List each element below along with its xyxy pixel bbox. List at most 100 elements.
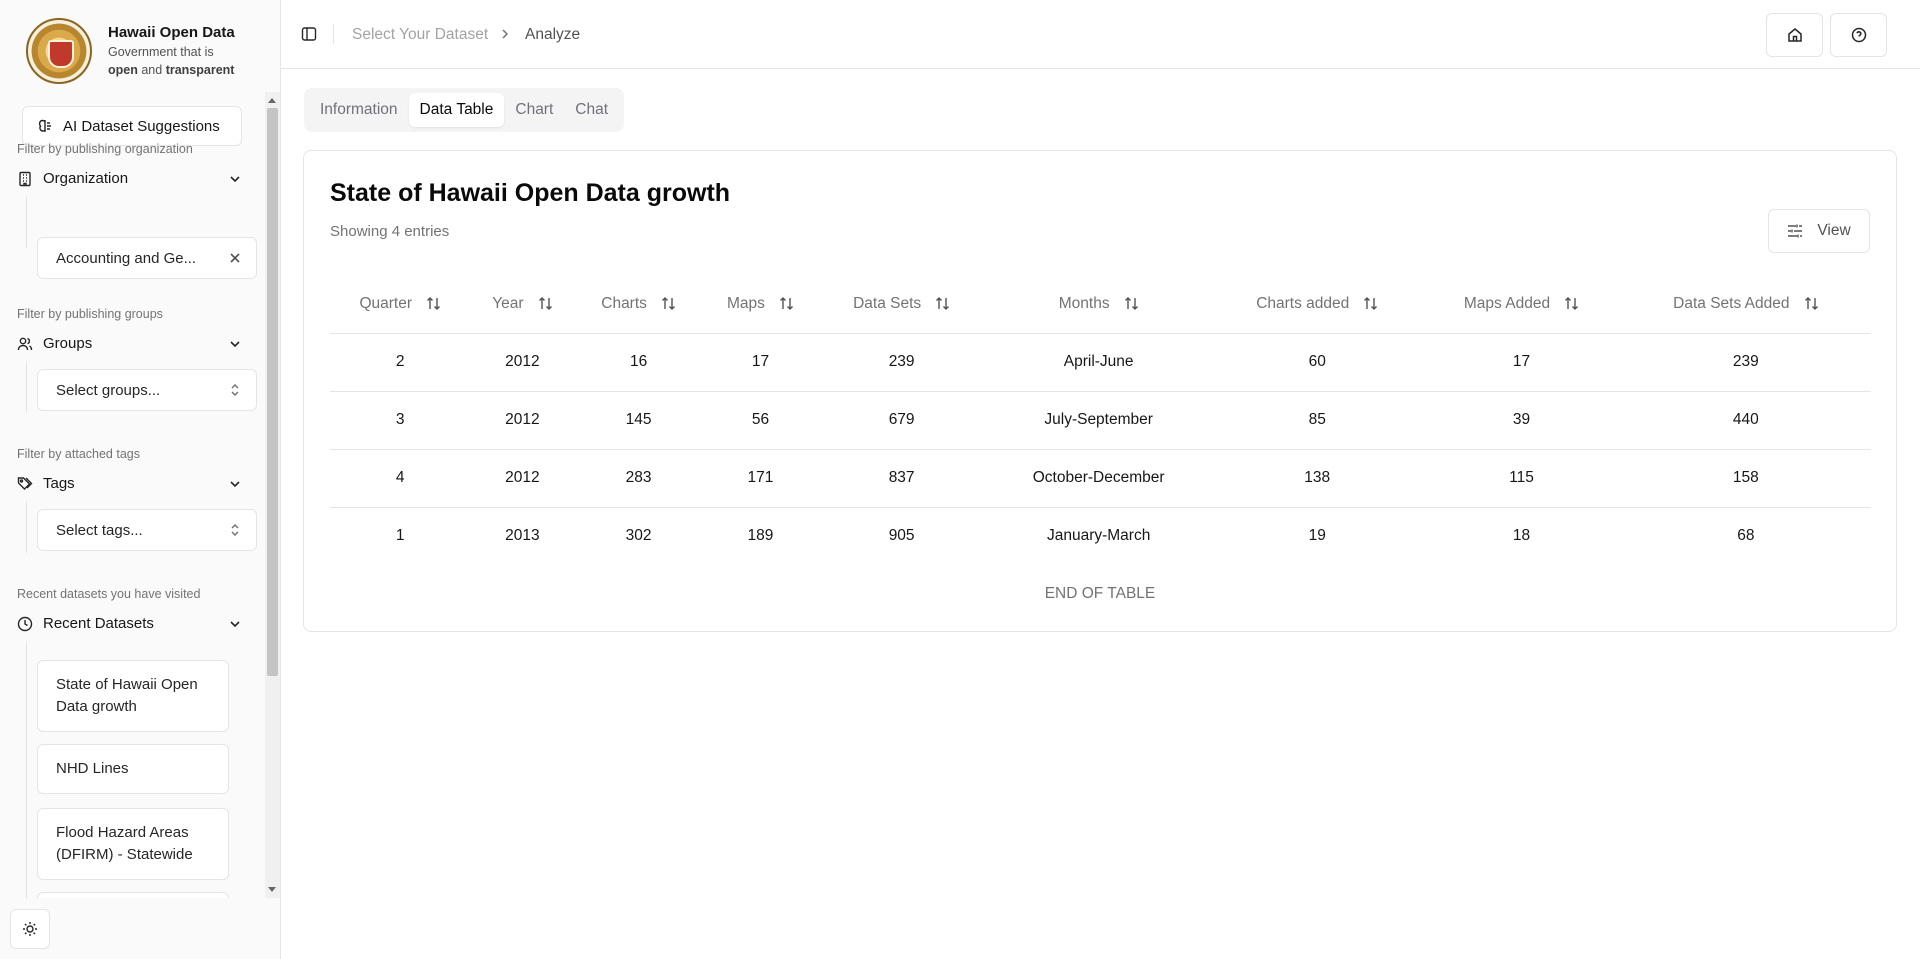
column-header[interactable]: Maps (702, 275, 819, 334)
table-cell: 115 (1422, 449, 1621, 508)
tab-chart[interactable]: Chart (504, 93, 564, 127)
organization-filter-toggle[interactable]: Organization (17, 170, 242, 187)
recent-dataset-item[interactable]: State of Hawaii Open Data growth (37, 660, 229, 732)
home-button[interactable] (1766, 13, 1823, 57)
column-header[interactable]: Charts added (1212, 275, 1423, 334)
tags-filter-toggle[interactable]: Tags (17, 475, 242, 492)
organization-tree-line (26, 196, 27, 248)
data-table: Quarter Year Charts Maps Data Sets Months Char… (330, 275, 1871, 565)
sort-icon[interactable] (538, 296, 553, 311)
column-header[interactable]: Year (470, 275, 575, 334)
scroll-up-arrow[interactable] (268, 98, 276, 103)
table-cell: 171 (702, 449, 819, 508)
table-cell: 2012 (470, 391, 575, 450)
sort-icon[interactable] (1363, 296, 1378, 311)
sort-icon[interactable] (779, 296, 794, 311)
table-cell: 302 (625, 527, 652, 545)
column-header-label: Year (492, 294, 524, 312)
brand-subtitle: Government that is open and transparent (108, 45, 235, 77)
organization-selected-chip[interactable]: Accounting and Ge... (37, 237, 257, 279)
column-header[interactable]: Data Sets (818, 275, 986, 334)
table-row[interactable]: 2 2012 16 17 239 April-June 60 17 239 (330, 333, 1871, 392)
sun-icon (23, 922, 37, 936)
column-header[interactable]: Maps Added (1422, 275, 1621, 334)
recent-datasets-hint: Recent datasets you have visited (17, 587, 201, 601)
top-bar: Select Your Dataset Analyze (281, 0, 1920, 69)
clock-icon (17, 616, 33, 631)
table-cell: 17 (702, 333, 819, 392)
view-options-button[interactable]: View (1768, 209, 1870, 253)
table-cell: 239 (818, 333, 986, 392)
org-filter-hint: Filter by publishing organization (17, 142, 193, 156)
table-cell: 2012 (470, 449, 575, 508)
table-cell: 283 (574, 449, 703, 508)
help-circle-icon (1851, 27, 1866, 43)
table-row[interactable]: 4 2012 283 171 837 October-December 138 115 158 (330, 449, 1871, 508)
column-header-label: Maps (727, 294, 765, 312)
table-cell: 2012 (470, 333, 575, 392)
table-cell: 239 (1620, 333, 1871, 392)
table-cell: 56 (702, 391, 819, 450)
column-header-label: Data Sets (853, 294, 922, 312)
table-cell: 158 (1620, 449, 1871, 508)
tags-tree-line (26, 501, 27, 553)
tab-chat[interactable]: Chat (564, 93, 619, 127)
column-header-label: Data Sets Added (1673, 294, 1790, 312)
theme-toggle-button[interactable] (10, 909, 50, 949)
table-cell: 440 (1620, 391, 1871, 450)
table-cell: 837 (818, 449, 986, 508)
sort-icon[interactable] (935, 296, 950, 311)
organization-selected-value: Accounting and Ge... (56, 249, 197, 267)
table-cell: 145 (574, 391, 703, 450)
close-icon[interactable] (228, 251, 242, 265)
ai-dataset-suggestions-label: AI Dataset Suggestions (63, 117, 220, 135)
sidebar-toggle-icon[interactable] (301, 26, 317, 42)
column-header-label: Charts (601, 294, 647, 312)
chevron-down-icon (230, 621, 240, 628)
users-icon (17, 337, 33, 350)
table-row[interactable]: 1 2013 302 189 905 January-March 19 18 68 (330, 507, 1871, 565)
sort-icon[interactable] (1804, 296, 1819, 311)
scroll-down-arrow[interactable] (268, 887, 276, 892)
table-cell: 68 (1737, 527, 1755, 545)
tags-select[interactable]: Select tags... (37, 509, 257, 551)
column-header[interactable]: Data Sets Added (1620, 275, 1871, 334)
recent-datasets-toggle[interactable]: Recent Datasets (17, 615, 242, 632)
table-cell: 85 (1212, 391, 1423, 450)
tab-information[interactable]: Information (309, 93, 409, 127)
table-row[interactable]: 3 2012 145 56 679 July-September 85 39 440 (330, 391, 1871, 450)
column-header[interactable]: Quarter (330, 275, 471, 334)
column-header-label: Quarter (359, 294, 412, 312)
column-header[interactable]: Charts (574, 275, 703, 334)
brain-icon (38, 119, 51, 132)
scroll-thumb[interactable] (267, 108, 278, 676)
sort-icon[interactable] (426, 296, 441, 311)
sort-icon[interactable] (1124, 296, 1139, 311)
sort-icon[interactable] (661, 296, 676, 311)
ai-dataset-suggestions-button[interactable]: AI Dataset Suggestions (22, 106, 242, 146)
table-cell: 1 (395, 527, 405, 545)
table-cell: April-June (985, 333, 1213, 392)
organization-label: Organization (43, 170, 129, 187)
help-button[interactable] (1830, 13, 1887, 57)
recent-dataset-item[interactable] (37, 892, 229, 898)
column-header[interactable]: Months (985, 275, 1213, 334)
sort-icon[interactable] (1564, 296, 1579, 311)
groups-filter-hint: Filter by publishing groups (17, 307, 163, 321)
view-tabs: Information Data Table Chart Chat (304, 88, 625, 132)
table-cell: 16 (574, 333, 703, 392)
tab-data-table[interactable]: Data Table (408, 93, 505, 127)
table-cell: 905 (888, 527, 915, 545)
tags-select-placeholder: Select tags... (56, 521, 143, 539)
recent-dataset-item[interactable]: Flood Hazard Areas (DFIRM) - Statewide (37, 808, 229, 880)
groups-tree-line (26, 361, 27, 413)
breadcrumb-select-dataset[interactable]: Select Your Dataset (352, 26, 488, 44)
sidebar-scrollbar[interactable] (265, 92, 280, 898)
groups-select[interactable]: Select groups... (37, 369, 257, 411)
recent-dataset-item[interactable]: NHD Lines (37, 744, 229, 794)
brand-title: Hawaii Open Data (108, 24, 235, 41)
brand[interactable]: Hawaii Open Data Government that is open… (0, 0, 280, 92)
entries-count: Showing 4 entries (330, 223, 450, 240)
table-cell: 17 (1422, 333, 1621, 392)
groups-filter-toggle[interactable]: Groups (17, 335, 242, 352)
